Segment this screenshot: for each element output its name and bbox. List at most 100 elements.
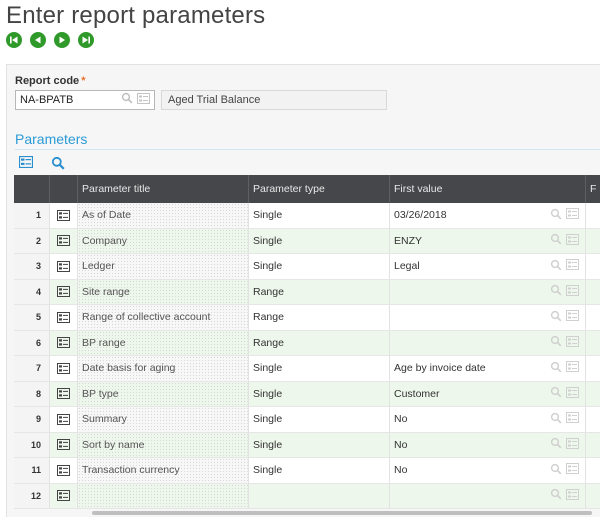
selection-list-icon[interactable] [566, 463, 579, 477]
row-detail-icon[interactable] [50, 228, 78, 253]
header-parameter-title[interactable]: Parameter title [78, 175, 249, 203]
horizontal-scrollbar[interactable] [92, 511, 592, 515]
selection-list-icon[interactable] [566, 412, 579, 426]
selection-list-icon[interactable] [137, 91, 150, 109]
first-value-cell[interactable]: 03/26/2018 [390, 203, 586, 228]
row-detail-icon[interactable] [50, 356, 78, 381]
first-value-text[interactable]: ENZY [394, 235, 422, 247]
row-detail-icon[interactable] [50, 279, 78, 304]
selection-list-icon[interactable] [566, 310, 579, 324]
header-parameter-type[interactable]: Parameter type [249, 175, 390, 203]
next-record-icon[interactable] [54, 32, 70, 48]
row-detail-icon[interactable] [50, 432, 78, 457]
selection-list-icon[interactable] [566, 386, 579, 401]
row-number: 1 [14, 203, 50, 228]
search-icon[interactable] [121, 91, 133, 109]
grid-search-icon[interactable] [51, 156, 65, 170]
table-row[interactable]: 10 Sort by name Single No [14, 432, 600, 458]
next-column-cell[interactable] [586, 458, 600, 483]
next-column-cell[interactable] [586, 330, 600, 355]
first-value-cell[interactable] [390, 330, 586, 355]
first-value-cell[interactable]: No [390, 432, 586, 457]
table-row[interactable]: 4 Site range Range [14, 279, 600, 305]
first-value-text[interactable]: Age by invoice date [394, 362, 486, 374]
row-detail-icon[interactable] [50, 330, 78, 355]
header-first-value[interactable]: First value [390, 175, 586, 203]
parameter-title-cell: Transaction currency [78, 458, 249, 483]
row-detail-icon[interactable] [50, 483, 78, 508]
previous-record-icon[interactable] [30, 32, 46, 48]
next-column-cell[interactable] [586, 203, 600, 228]
next-column-cell[interactable] [586, 407, 600, 432]
table-row[interactable]: 5 Range of collective account Range [14, 305, 600, 331]
row-detail-icon[interactable] [50, 458, 78, 483]
table-row[interactable]: 3 Ledger Single Legal [14, 254, 600, 280]
first-value-text[interactable]: No [394, 439, 407, 451]
search-icon[interactable] [550, 233, 562, 248]
first-value-cell[interactable]: No [390, 458, 586, 483]
first-value-cell[interactable] [390, 483, 586, 508]
selection-list-icon[interactable] [566, 335, 579, 350]
search-icon[interactable] [550, 361, 562, 376]
search-icon[interactable] [550, 335, 562, 350]
next-column-cell[interactable] [586, 228, 600, 253]
first-value-text[interactable]: No [394, 464, 407, 476]
report-code-value[interactable]: NA-BPATB [16, 94, 121, 106]
table-row[interactable]: 9 Summary Single No [14, 407, 600, 433]
next-column-cell[interactable] [586, 432, 600, 457]
first-value-cell[interactable]: Customer [390, 381, 586, 406]
selection-list-icon[interactable] [566, 361, 579, 375]
first-value-cell[interactable]: Legal [390, 254, 586, 279]
table-row[interactable]: 11 Transaction currency Single No [14, 458, 600, 484]
search-icon[interactable] [550, 412, 562, 427]
next-column-cell[interactable] [586, 305, 600, 330]
row-detail-icon[interactable] [50, 407, 78, 432]
header-next-column[interactable]: F [586, 175, 600, 203]
table-row[interactable]: 7 Date basis for aging Single Age by invoic… [14, 356, 600, 382]
first-value-cell[interactable]: Age by invoice date [390, 356, 586, 381]
search-icon[interactable] [550, 310, 562, 325]
table-row[interactable]: 2 Company Single ENZY [14, 228, 600, 254]
first-value-cell[interactable] [390, 279, 586, 304]
row-detail-icon[interactable] [50, 381, 78, 406]
selection-list-icon[interactable] [566, 208, 579, 222]
search-icon[interactable] [550, 463, 562, 478]
row-number: 8 [14, 381, 50, 406]
row-detail-icon[interactable] [50, 305, 78, 330]
table-row[interactable]: 12 [14, 483, 600, 509]
first-value-cell[interactable]: ENZY [390, 228, 586, 253]
first-value-cell[interactable]: No [390, 407, 586, 432]
search-icon[interactable] [550, 284, 562, 299]
table-row[interactable]: 1 As of Date Single 03/26/2018 [14, 203, 600, 229]
search-icon[interactable] [550, 488, 562, 503]
next-column-cell[interactable] [586, 483, 600, 508]
next-column-cell[interactable] [586, 356, 600, 381]
selection-list-icon[interactable] [566, 233, 579, 248]
search-icon[interactable] [550, 259, 562, 274]
selection-list-icon[interactable] [566, 437, 579, 452]
list-view-icon[interactable] [19, 156, 33, 168]
selection-list-icon[interactable] [566, 284, 579, 299]
first-value-cell[interactable] [390, 305, 586, 330]
report-code-field[interactable]: NA-BPATB [15, 90, 155, 110]
row-number: 3 [14, 254, 50, 279]
next-column-cell[interactable] [586, 254, 600, 279]
first-record-icon[interactable] [6, 32, 22, 48]
search-icon[interactable] [550, 208, 562, 223]
row-detail-icon[interactable] [50, 203, 78, 228]
first-value-text[interactable]: Customer [394, 388, 440, 400]
table-row[interactable]: 8 BP type Single Customer [14, 381, 600, 407]
first-value-text[interactable]: Legal [394, 260, 420, 272]
selection-list-icon[interactable] [566, 259, 579, 273]
search-icon[interactable] [550, 437, 562, 452]
search-icon[interactable] [550, 386, 562, 401]
selection-list-icon[interactable] [566, 488, 579, 503]
last-record-icon[interactable] [78, 32, 94, 48]
row-detail-icon[interactable] [50, 254, 78, 279]
table-row[interactable]: 6 BP range Range [14, 330, 600, 356]
first-value-text[interactable]: 03/26/2018 [394, 209, 447, 221]
row-number: 10 [14, 432, 50, 457]
first-value-text[interactable]: No [394, 413, 407, 425]
next-column-cell[interactable] [586, 279, 600, 304]
next-column-cell[interactable] [586, 381, 600, 406]
